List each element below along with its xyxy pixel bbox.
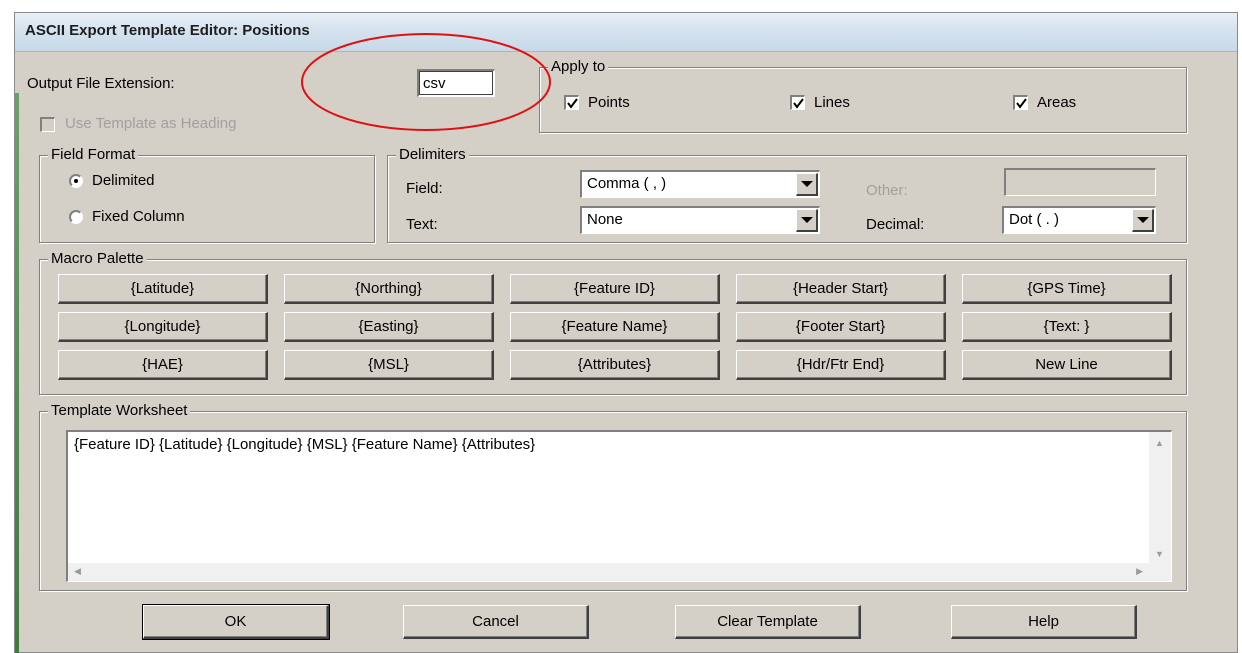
- delimited-label: Delimited: [92, 172, 155, 189]
- macro-msl-button[interactable]: {MSL}: [284, 350, 494, 380]
- ok-button[interactable]: OK: [142, 604, 330, 640]
- chevron-down-icon[interactable]: [1132, 209, 1154, 232]
- delimiters-legend: Delimiters: [396, 146, 469, 163]
- output-extension-input[interactable]: [419, 71, 494, 96]
- lines-checkbox[interactable]: [790, 95, 805, 110]
- apply-to-legend: Apply to: [548, 58, 609, 75]
- field-delimiter-label: Field:: [406, 180, 443, 197]
- window-title: ASCII Export Template Editor: Positions: [25, 22, 310, 39]
- horizontal-scrollbar[interactable]: ◀ ▶: [68, 563, 1149, 581]
- decimal-label: Decimal:: [866, 216, 925, 233]
- macro-gps-time-button[interactable]: {GPS Time}: [962, 274, 1172, 304]
- field-format-group: Field Format Delimited Fixed Column: [39, 146, 375, 243]
- check-icon: [567, 98, 578, 109]
- apply-to-group: Apply to Points Lines Areas: [539, 58, 1187, 133]
- chevron-down-icon[interactable]: [796, 173, 818, 196]
- lines-label: Lines: [814, 94, 850, 111]
- radio-dot-icon: [74, 179, 78, 183]
- text-delimiter-label: Text:: [406, 216, 438, 233]
- macro-new-line-button[interactable]: New Line: [962, 350, 1172, 380]
- scroll-up-icon[interactable]: ▲: [1155, 438, 1164, 448]
- field-delimiter-select[interactable]: Comma ( , ): [580, 170, 820, 198]
- macro-latitude-button[interactable]: {Latitude}: [58, 274, 268, 304]
- use-template-checkbox[interactable]: [40, 117, 55, 132]
- points-checkbox[interactable]: [564, 95, 579, 110]
- areas-checkbox[interactable]: [1013, 95, 1028, 110]
- scroll-right-icon[interactable]: ▶: [1136, 566, 1143, 577]
- macro-hae-button[interactable]: {HAE}: [58, 350, 268, 380]
- macro-feature-id-button[interactable]: {Feature ID}: [510, 274, 720, 304]
- macro-easting-button[interactable]: {Easting}: [284, 312, 494, 342]
- scroll-left-icon[interactable]: ◀: [74, 566, 81, 577]
- field-format-legend: Field Format: [48, 146, 139, 163]
- scroll-down-icon[interactable]: ▼: [1155, 549, 1164, 559]
- areas-label: Areas: [1037, 94, 1077, 111]
- other-label: Other:: [866, 182, 908, 199]
- fixed-column-radio[interactable]: [69, 210, 83, 224]
- vertical-scrollbar[interactable]: ▲ ▼: [1149, 432, 1171, 563]
- template-worksheet-legend: Template Worksheet: [48, 402, 191, 419]
- cancel-button[interactable]: Cancel: [403, 605, 589, 639]
- macro-attributes-button[interactable]: {Attributes}: [510, 350, 720, 380]
- check-icon: [793, 98, 804, 109]
- title-bar[interactable]: ASCII Export Template Editor: Positions: [15, 13, 1237, 52]
- decimal-value: Dot ( . ): [1009, 211, 1060, 228]
- macro-feature-name-button[interactable]: {Feature Name}: [510, 312, 720, 342]
- macro-text-button[interactable]: {Text: }: [962, 312, 1172, 342]
- field-delimiter-value: Comma ( , ): [587, 175, 667, 192]
- macro-longitude-button[interactable]: {Longitude}: [58, 312, 268, 342]
- check-icon: [1016, 98, 1027, 109]
- decimal-select[interactable]: Dot ( . ): [1002, 206, 1156, 234]
- help-button[interactable]: Help: [951, 605, 1137, 639]
- delimited-radio[interactable]: [69, 174, 83, 188]
- macro-header-start-button[interactable]: {Header Start}: [736, 274, 946, 304]
- macro-palette-legend: Macro Palette: [48, 250, 147, 267]
- macro-hdr-ftr-end-button[interactable]: {Hdr/Ftr End}: [736, 350, 946, 380]
- text-delimiter-select[interactable]: None: [580, 206, 820, 234]
- other-input[interactable]: [1004, 168, 1156, 196]
- output-extension-label: Output File Extension:: [27, 75, 175, 92]
- points-label: Points: [588, 94, 630, 111]
- dialog-window: ASCII Export Template Editor: Positions …: [14, 12, 1238, 653]
- output-extension-field[interactable]: [417, 69, 495, 97]
- text-delimiter-value: None: [587, 211, 623, 228]
- macro-palette-group: Macro Palette {Latitude} {Northing} {Fea…: [39, 250, 1187, 395]
- macro-northing-button[interactable]: {Northing}: [284, 274, 494, 304]
- scrollbar-corner: [1149, 563, 1171, 581]
- fixed-column-label: Fixed Column: [92, 208, 185, 225]
- chevron-down-icon[interactable]: [796, 209, 818, 232]
- use-template-label: Use Template as Heading: [65, 115, 237, 132]
- macro-footer-start-button[interactable]: {Footer Start}: [736, 312, 946, 342]
- clear-template-button[interactable]: Clear Template: [675, 605, 861, 639]
- background-stripe: [15, 93, 19, 653]
- delimiters-group: Delimiters Field: Comma ( , ) Other: Tex…: [387, 146, 1187, 243]
- template-worksheet-textarea[interactable]: {Feature ID} {Latitude} {Longitude} {MSL…: [66, 430, 1172, 582]
- template-worksheet-content: {Feature ID} {Latitude} {Longitude} {MSL…: [74, 436, 536, 453]
